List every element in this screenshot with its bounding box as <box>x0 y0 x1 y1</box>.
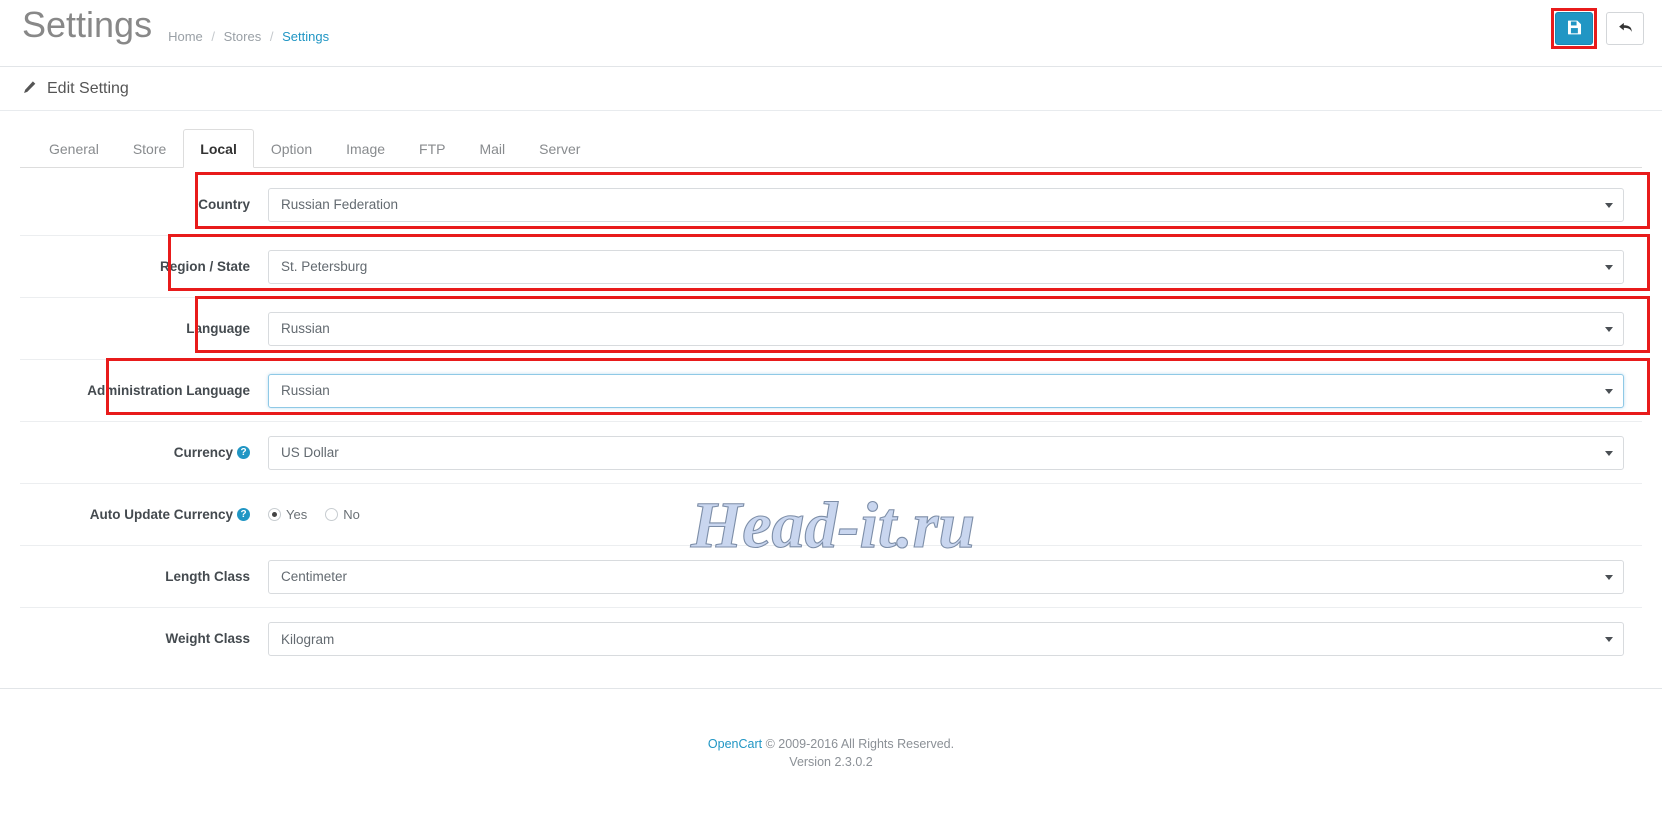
auto-update-currency-yes[interactable]: Yes <box>268 507 307 522</box>
tab-mail[interactable]: Mail <box>462 129 522 168</box>
country-select-value: Russian Federation <box>281 197 399 212</box>
breadcrumb-item-settings[interactable]: Settings <box>282 29 329 44</box>
footer-version: Version 2.3.0.2 <box>789 755 873 769</box>
footer-copyright: © 2009-2016 All Rights Reserved. <box>765 737 955 751</box>
auto-update-currency-label-text: Auto Update Currency <box>89 506 233 522</box>
tab-image[interactable]: Image <box>329 129 402 168</box>
breadcrumb-item-stores[interactable]: Stores <box>224 29 262 44</box>
tab-image-label[interactable]: Image <box>329 129 402 168</box>
reply-arrow-icon <box>1617 20 1634 38</box>
chevron-down-icon <box>1605 574 1613 580</box>
breadcrumb-item-home[interactable]: Home <box>168 29 203 44</box>
form-group-admin-language: Administration Language Russian <box>20 360 1642 422</box>
tab-server[interactable]: Server <box>522 129 597 168</box>
length-class-select[interactable]: Centimeter <box>268 559 1624 594</box>
pencil-icon <box>22 80 37 98</box>
admin-language-select-value: Russian <box>281 383 330 398</box>
form-group-auto-update-currency: Auto Update Currency? Yes No <box>20 484 1642 546</box>
tab-general[interactable]: General <box>32 129 116 168</box>
save-button-annotation <box>1551 8 1597 49</box>
form-group-country: Country Russian Federation <box>20 174 1642 236</box>
tab-general-label[interactable]: General <box>32 129 116 168</box>
page-header: Settings Home / Stores / Settings <box>0 0 1662 62</box>
footer-copyright-line: OpenCart © 2009-2016 All Rights Reserved… <box>0 735 1662 753</box>
auto-update-currency-radios: Yes No <box>268 507 1624 522</box>
auto-update-currency-no[interactable]: No <box>325 507 360 522</box>
chevron-down-icon <box>1605 388 1613 394</box>
weight-class-select[interactable]: Kilogram <box>268 622 1624 656</box>
footer-brand-link[interactable]: OpenCart <box>708 737 762 751</box>
breadcrumb-separator: / <box>269 29 274 44</box>
chevron-down-icon <box>1605 450 1613 456</box>
tab-mail-label[interactable]: Mail <box>462 129 522 168</box>
tab-ftp[interactable]: FTP <box>402 129 462 168</box>
admin-language-label: Administration Language <box>87 382 250 398</box>
language-select[interactable]: Russian <box>268 311 1624 346</box>
tab-store[interactable]: Store <box>116 129 183 168</box>
country-select[interactable]: Russian Federation <box>268 187 1624 222</box>
form-group-length-class: Length Class Centimeter <box>20 546 1642 608</box>
auto-update-currency-label: Auto Update Currency? <box>20 506 268 524</box>
auto-update-currency-no-label: No <box>343 507 360 522</box>
form-group-region: Region / State St. Petersburg <box>20 236 1642 298</box>
weight-class-label: Weight Class <box>165 631 250 646</box>
breadcrumb: Home / Stores / Settings <box>168 27 329 47</box>
radio-icon-unchecked[interactable] <box>325 508 339 521</box>
tab-option[interactable]: Option <box>254 129 329 168</box>
page-footer: OpenCart © 2009-2016 All Rights Reserved… <box>0 689 1662 771</box>
tab-option-label[interactable]: Option <box>254 129 329 168</box>
title-block: Settings Home / Stores / Settings <box>22 0 329 46</box>
length-class-label: Length Class <box>165 568 250 584</box>
help-icon[interactable]: ? <box>237 446 250 460</box>
help-icon[interactable]: ? <box>237 508 250 522</box>
region-control: St. Petersburg <box>268 249 1642 284</box>
panel-body: General Store Local Option Image FTP Mai… <box>0 111 1662 688</box>
panel-heading-label: Edit Setting <box>47 80 129 97</box>
language-select-value: Russian <box>281 321 330 336</box>
tab-local-label[interactable]: Local <box>183 129 254 168</box>
auto-update-currency-control: Yes No <box>268 507 1642 522</box>
length-class-control: Centimeter <box>268 559 1642 594</box>
chevron-down-icon <box>1605 637 1613 642</box>
currency-control: US Dollar <box>268 435 1642 470</box>
settings-tabs: General Store Local Option Image FTP Mai… <box>20 129 1642 168</box>
admin-language-control: Russian <box>268 373 1642 408</box>
tab-ftp-label[interactable]: FTP <box>402 129 462 168</box>
radio-icon-checked[interactable] <box>268 508 281 521</box>
country-control: Russian Federation <box>268 187 1642 222</box>
form-group-currency: Currency? US Dollar <box>20 422 1642 484</box>
region-label: Region / State <box>159 258 250 274</box>
back-button[interactable] <box>1606 12 1644 45</box>
tab-server-label[interactable]: Server <box>522 129 597 168</box>
page-title: Settings <box>22 4 153 45</box>
local-settings-form: Head-it.ru Country Russian Federation Re… <box>20 168 1650 670</box>
edit-setting-panel: Edit Setting General Store Local Option … <box>0 66 1662 689</box>
panel-heading: Edit Setting <box>0 67 1662 111</box>
language-label: Language <box>186 320 250 336</box>
length-class-select-value: Centimeter <box>281 569 348 584</box>
admin-language-select[interactable]: Russian <box>268 373 1624 408</box>
currency-select[interactable]: US Dollar <box>268 435 1624 470</box>
floppy-disk-icon <box>1567 20 1582 38</box>
region-select[interactable]: St. Petersburg <box>268 249 1624 284</box>
weight-class-control: Kilogram <box>268 622 1642 656</box>
language-control: Russian <box>268 311 1642 346</box>
form-group-language: Language Russian <box>20 298 1642 360</box>
weight-class-select-value: Kilogram <box>281 631 335 647</box>
header-actions <box>1551 8 1644 49</box>
currency-label-text: Currency <box>173 444 233 460</box>
chevron-down-icon <box>1605 202 1613 208</box>
form-group-weight-class: Weight Class Kilogram <box>20 608 1642 670</box>
chevron-down-icon <box>1605 326 1613 332</box>
save-button[interactable] <box>1555 12 1593 45</box>
auto-update-currency-yes-label: Yes <box>286 507 308 522</box>
region-select-value: St. Petersburg <box>281 259 368 274</box>
tab-store-label[interactable]: Store <box>116 129 183 168</box>
currency-label: Currency? <box>20 444 268 462</box>
chevron-down-icon <box>1605 264 1613 270</box>
currency-select-value: US Dollar <box>281 445 339 460</box>
tab-local[interactable]: Local <box>183 129 254 168</box>
country-label: Country <box>198 196 250 212</box>
breadcrumb-separator: / <box>211 29 216 44</box>
